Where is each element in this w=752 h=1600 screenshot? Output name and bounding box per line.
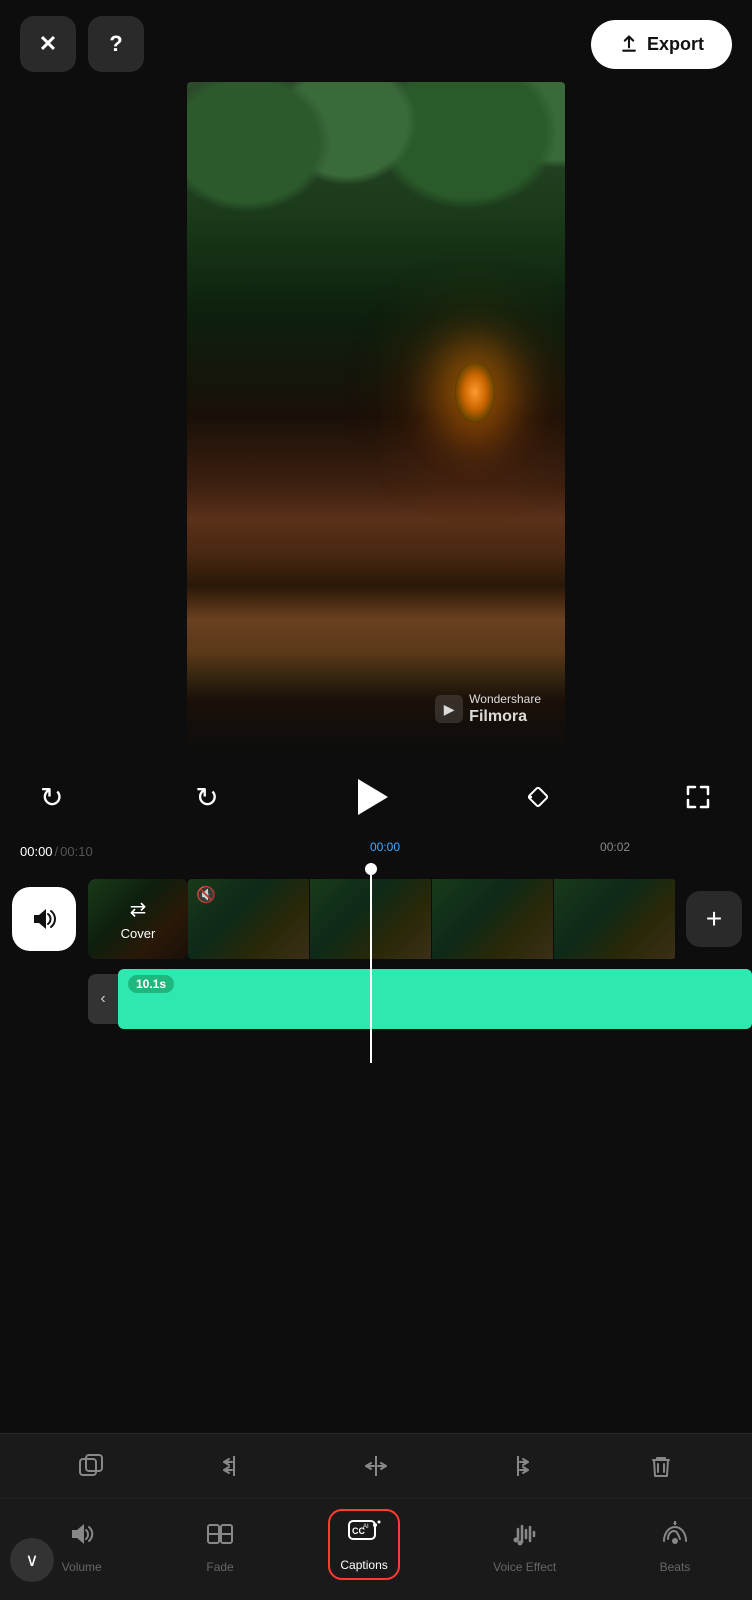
split-start-tool-button[interactable] (210, 1448, 258, 1484)
bottom-nav: ∨ Volume Fade (0, 1499, 752, 1600)
split-start-icon (220, 1452, 248, 1480)
export-icon (619, 34, 639, 54)
redo-icon: ↻ (195, 781, 218, 814)
close-button[interactable]: ✕ (20, 16, 76, 72)
duplicate-tool-button[interactable] (67, 1448, 115, 1484)
volume-icon (29, 904, 59, 934)
captions-nav-label: Captions (340, 1558, 387, 1572)
volume-nav-icon (67, 1519, 97, 1556)
filmstrip-frame-1: 🔇 (188, 879, 310, 959)
nav-item-beats[interactable]: Beats (650, 1513, 701, 1580)
total-time: 00:10 (60, 844, 93, 859)
volume-nav-label: Volume (62, 1560, 102, 1574)
beats-nav-icon (660, 1519, 690, 1556)
duplicate-icon (77, 1452, 105, 1480)
bottom-toolbar: ∨ Volume Fade (0, 1433, 752, 1600)
undo-button[interactable]: ↺ (36, 777, 67, 818)
edit-tools-row (0, 1434, 752, 1499)
caption-duration: 10.1s (128, 975, 174, 993)
watermark: ▶ Wondershare Filmora (435, 692, 541, 726)
nav-item-captions[interactable]: CC AI Captions (328, 1509, 399, 1580)
svg-text:AI: AI (363, 1524, 369, 1530)
timeline-tracks: ⇄ Cover 🔇 + ‹ 10.1s (0, 863, 752, 1063)
video-trees (187, 82, 565, 282)
split-icon (362, 1452, 390, 1480)
collapse-button[interactable]: ‹ (88, 974, 118, 1024)
cover-thumbnail[interactable]: ⇄ Cover (88, 879, 188, 959)
nav-item-voice-effect[interactable]: Voice Effect (483, 1513, 566, 1580)
voice-effect-nav-label: Voice Effect (493, 1560, 556, 1574)
fullscreen-button[interactable] (680, 779, 716, 815)
undo-icon: ↺ (40, 781, 63, 814)
ruler-marks: 00:00 00:02 (370, 840, 630, 854)
cover-label: Cover (121, 926, 156, 941)
voice-effect-nav-icon (510, 1519, 540, 1556)
export-button[interactable]: Export (591, 20, 732, 69)
split-end-icon (504, 1452, 532, 1480)
split-tool-button[interactable] (352, 1448, 400, 1484)
keyframe-icon (524, 783, 552, 811)
split-end-tool-button[interactable] (494, 1448, 542, 1484)
filmstrip-frame-3 (432, 879, 554, 959)
watermark-prefix: Wondershare (469, 692, 541, 706)
play-icon (358, 779, 388, 815)
watermark-text: Wondershare Filmora (469, 692, 541, 726)
down-chevron-icon: ∨ (25, 1550, 38, 1571)
captions-nav-icon: CC AI (347, 1517, 381, 1554)
cover-swap-icon: ⇄ (130, 897, 147, 922)
keyframe-button[interactable] (520, 779, 556, 815)
fade-nav-icon (205, 1519, 235, 1556)
video-track-row: ⇄ Cover 🔇 + (0, 873, 752, 965)
delete-tool-button[interactable] (637, 1448, 685, 1484)
timeline-ruler: 00:00 / 00:10 00:00 00:02 (0, 840, 752, 863)
video-filmstrip[interactable]: 🔇 (188, 879, 676, 959)
add-track-button[interactable]: + (686, 891, 742, 947)
collapse-panel-button[interactable]: ∨ (10, 1538, 54, 1582)
beats-nav-label: Beats (660, 1560, 691, 1574)
help-button[interactable]: ? (88, 16, 144, 72)
mute-icon: 🔇 (196, 885, 216, 905)
fullscreen-icon (684, 783, 712, 811)
fade-nav-label: Fade (206, 1560, 233, 1574)
export-label: Export (647, 34, 704, 55)
ruler-mark-2: 00:02 (600, 840, 630, 854)
nav-item-fade[interactable]: Fade (195, 1513, 245, 1580)
current-time: 00:00 (20, 844, 53, 859)
cover-label-area: ⇄ Cover (121, 897, 156, 941)
caption-block[interactable]: 10.1s (118, 969, 752, 1029)
caption-track-row: ‹ 10.1s (0, 965, 752, 1033)
playback-controls: ↺ ↻ (0, 754, 752, 840)
play-button[interactable] (346, 772, 396, 822)
nav-item-volume[interactable]: Volume (52, 1513, 112, 1580)
video-lantern (455, 362, 495, 422)
timeline-playhead (370, 863, 372, 1063)
timeline-section: 00:00 / 00:10 00:00 00:02 ⇄ (0, 840, 752, 1073)
ruler-mark-0: 00:00 (370, 840, 400, 854)
watermark-icon: ▶ (435, 695, 463, 723)
watermark-brand: Filmora (469, 707, 541, 726)
video-preview: ▶ Wondershare Filmora (187, 82, 565, 754)
top-bar-left: ✕ ? (20, 16, 144, 72)
time-separator: / (55, 844, 59, 859)
redo-button[interactable]: ↻ (191, 777, 222, 818)
volume-track-button[interactable] (12, 887, 76, 951)
delete-icon (647, 1452, 675, 1480)
filmstrip-frame-4 (554, 879, 676, 959)
top-bar: ✕ ? Export (0, 0, 752, 82)
